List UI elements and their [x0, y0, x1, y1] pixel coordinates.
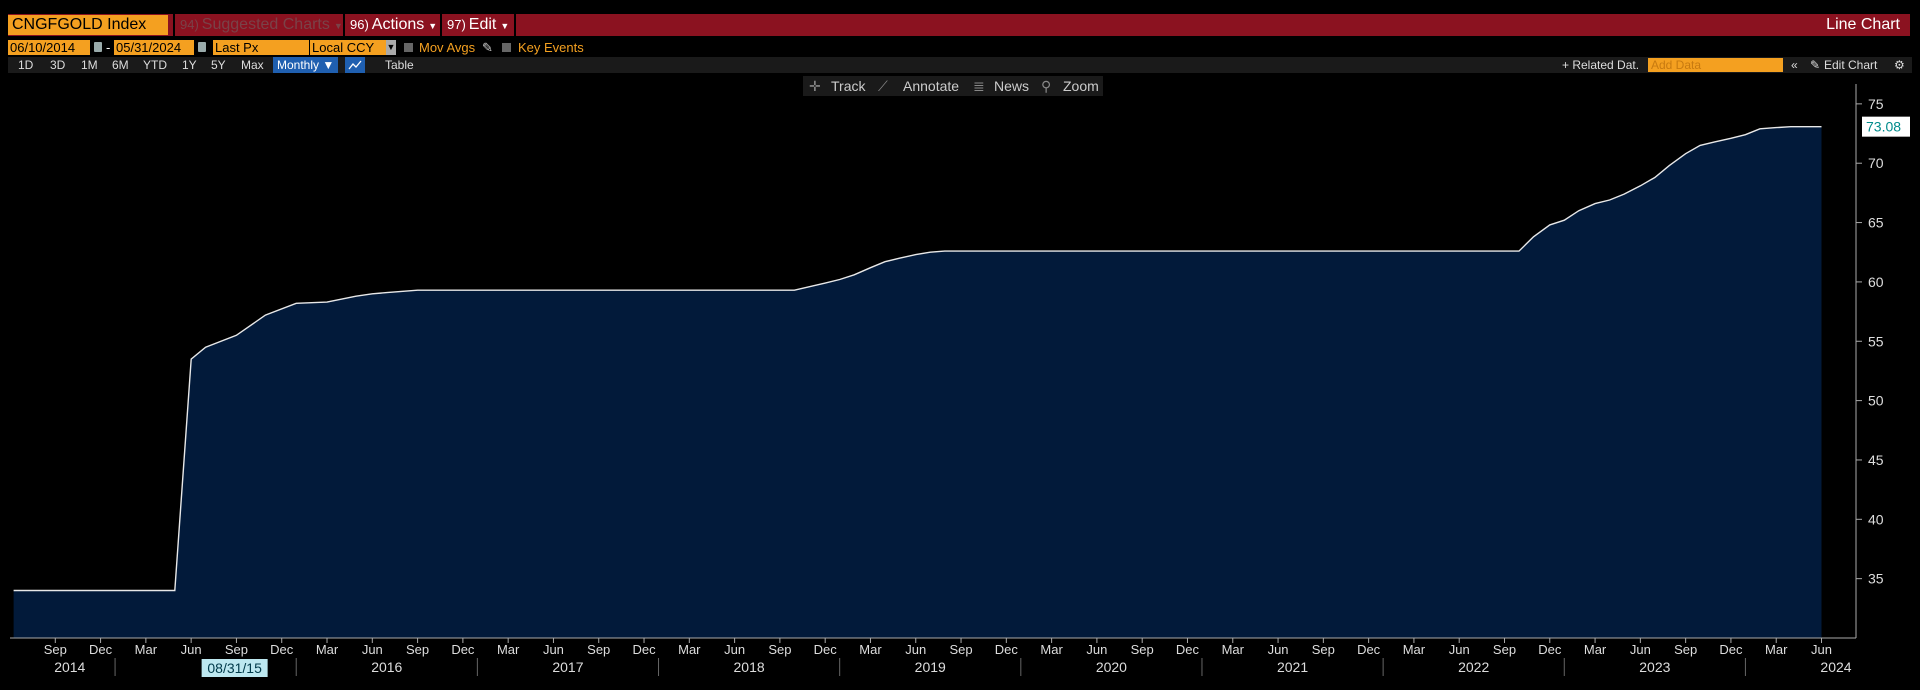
- x-tick-label: Jun: [1086, 642, 1107, 657]
- y-axis: 35 40 45 50 55 60 65 70 75 73.08: [1855, 84, 1910, 638]
- y-tick-label: 75: [1868, 96, 1884, 112]
- x-tick-label: Sep: [44, 642, 67, 657]
- year-label: 2020: [1096, 659, 1127, 675]
- x-tick-label: Sep: [1131, 642, 1154, 657]
- x-tick-label: Sep: [406, 642, 429, 657]
- year-label: 2018: [734, 659, 765, 675]
- y-tick-label: 45: [1868, 452, 1884, 468]
- x-tick-label: Dec: [1719, 642, 1743, 657]
- y-tick-label: 50: [1868, 393, 1884, 409]
- x-tick-label: Jun: [724, 642, 745, 657]
- year-label: 2017: [552, 659, 583, 675]
- x-tick-label: Sep: [1312, 642, 1335, 657]
- x-tick-label: Dec: [995, 642, 1019, 657]
- year-label: 2023: [1639, 659, 1670, 675]
- x-tick-label: Mar: [497, 642, 520, 657]
- x-tick-label: Jun: [543, 642, 564, 657]
- year-label: 2022: [1458, 659, 1489, 675]
- year-label: 2014: [54, 659, 85, 675]
- x-tick-label: Sep: [587, 642, 610, 657]
- x-tick-label: Dec: [270, 642, 294, 657]
- plot-area: [13, 125, 1822, 638]
- x-tick-label: Dec: [1176, 642, 1200, 657]
- x-tick-label: Dec: [632, 642, 656, 657]
- x-tick-label: Jun: [181, 642, 202, 657]
- x-tick-label: Sep: [225, 642, 248, 657]
- x-tick-label: Mar: [135, 642, 158, 657]
- x-tick-label: Jun: [905, 642, 926, 657]
- x-tick-label: Mar: [678, 642, 701, 657]
- x-tick-label: Dec: [1357, 642, 1381, 657]
- x-tick-label: Jun: [1449, 642, 1470, 657]
- x-tick-label: Dec: [89, 642, 113, 657]
- year-label: 2019: [915, 659, 946, 675]
- x-tick-label: Dec: [451, 642, 475, 657]
- y-tick-label: 55: [1868, 333, 1884, 349]
- x-tick-label: Mar: [1765, 642, 1788, 657]
- x-axis: Sep Dec Mar Jun Sep Dec Mar Jun Sep Dec Mar Jun Sep D…: [10, 637, 1856, 677]
- y-tick-label: 35: [1868, 571, 1884, 587]
- x-tick-label: Dec: [1538, 642, 1562, 657]
- series-area: [13, 126, 1822, 638]
- x-tick-label: Mar: [1040, 642, 1063, 657]
- x-tick-label: Mar: [1584, 642, 1607, 657]
- x-tick-label: Jun: [1268, 642, 1289, 657]
- x-tick-label: Mar: [859, 642, 882, 657]
- x-tick-label: Jun: [1811, 642, 1832, 657]
- cursor-date-label: 08/31/15: [207, 660, 262, 676]
- x-tick-label: Sep: [949, 642, 972, 657]
- y-tick-label: 40: [1868, 511, 1884, 527]
- year-label: 2021: [1277, 659, 1308, 675]
- y-tick-label: 65: [1868, 215, 1884, 231]
- year-label: 2024: [1820, 659, 1851, 675]
- x-tick-label: Jun: [1630, 642, 1651, 657]
- x-tick-label: Mar: [316, 642, 339, 657]
- y-tick-label: 70: [1868, 155, 1884, 171]
- line-chart[interactable]: 35 40 45 50 55 60 65 70 75 73.08 Sep Dec Mar Jun Sep D…: [0, 0, 1920, 690]
- x-tick-label: Mar: [1403, 642, 1426, 657]
- x-tick-label: Sep: [768, 642, 791, 657]
- x-tick-label: Mar: [1222, 642, 1245, 657]
- year-label: 2016: [371, 659, 402, 675]
- x-tick-label: Sep: [1493, 642, 1516, 657]
- y-tick-label: 60: [1868, 274, 1884, 290]
- x-tick-label: Sep: [1674, 642, 1697, 657]
- x-tick-label: Dec: [814, 642, 838, 657]
- last-value-label: 73.08: [1866, 119, 1901, 135]
- x-tick-label: Jun: [362, 642, 383, 657]
